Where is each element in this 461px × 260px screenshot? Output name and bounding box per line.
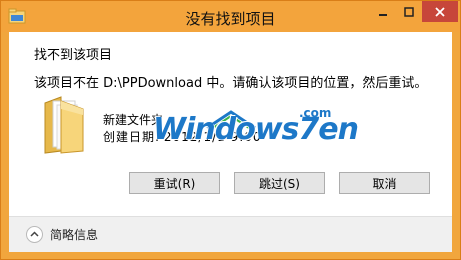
folder-icon [44, 96, 84, 154]
dialog-heading: 找不到该项目 [34, 48, 113, 63]
close-button[interactable] [422, 1, 458, 22]
watermark-suffix: .com [299, 106, 332, 120]
chevron-up-icon [30, 231, 39, 237]
maximize-button[interactable] [396, 1, 422, 22]
details-toggle-button[interactable] [26, 226, 43, 243]
dialog-message: 该项目不在 D:\PPDownload 中。请确认该项目的位置，然后重试。 [34, 76, 428, 91]
minimize-icon [379, 13, 387, 16]
dialog-window: 没有找到项目 找不到该项目 该项目不在 D:\PPDownload 中。请确认该… [0, 0, 461, 260]
dialog-footer: 简略信息 [9, 216, 452, 252]
title-bar[interactable]: 没有找到项目 [1, 1, 460, 32]
close-icon [435, 6, 445, 17]
dialog-content: 找不到该项目 该项目不在 D:\PPDownload 中。请确认该项目的位置，然… [9, 32, 452, 252]
maximize-icon [404, 6, 414, 17]
minimize-button[interactable] [370, 1, 396, 22]
details-toggle-label[interactable]: 简略信息 [50, 226, 98, 243]
cancel-button[interactable]: 取消 [339, 172, 430, 194]
watermark-logo: Windows7en .com [147, 104, 359, 160]
retry-button[interactable]: 重试(R) [129, 172, 220, 194]
skip-button[interactable]: 跳过(S) [234, 172, 325, 194]
